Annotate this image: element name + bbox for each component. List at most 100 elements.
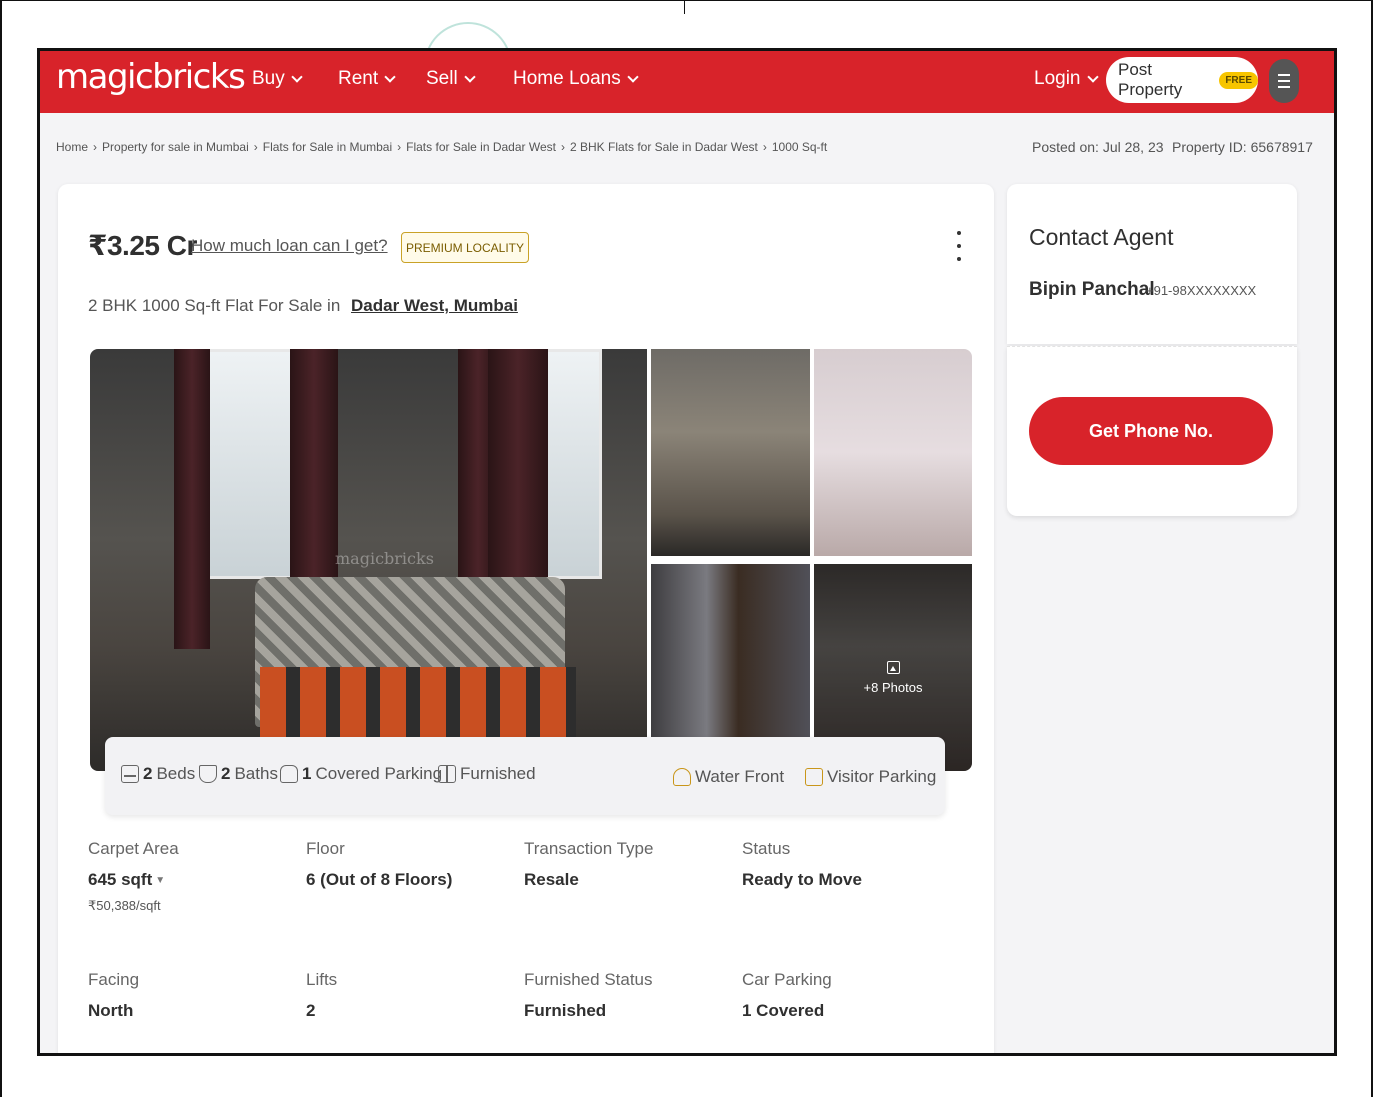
amenities-strip: 2 Beds 2 Baths 1 Covered Parking Furnished …	[105, 737, 945, 815]
breadcrumb-separator: ›	[762, 140, 767, 154]
spec-label: Status	[742, 839, 791, 858]
listing-description: 2 BHK 1000 Sq-ft Flat For Sale in	[88, 296, 341, 315]
photo-balcony-view[interactable]	[651, 349, 810, 556]
parking-sign-icon	[805, 768, 823, 786]
beds-label: Beds	[156, 764, 196, 783]
chevron-down-icon	[1086, 70, 1099, 83]
spec-label: Transaction Type	[524, 839, 654, 858]
caret-down-icon: ▼	[155, 875, 166, 887]
spec-label: Facing	[88, 970, 140, 989]
parking-label: Covered Parking	[315, 764, 443, 783]
breadcrumb-property-sale-mumbai[interactable]: Property for sale in Mumbai	[102, 140, 249, 154]
breadcrumb-flats-mumbai[interactable]: Flats for Sale in Mumbai	[263, 140, 392, 154]
amenity-water-front: Water Front	[673, 767, 784, 787]
nav-rent[interactable]: Rent	[338, 68, 396, 90]
spec-car-parking: Car Parking 1 Covered	[742, 970, 832, 1021]
photo-gallery: magicbricks +8 Photos	[90, 349, 972, 771]
parking-count: 1	[302, 764, 312, 783]
contact-agent-title: Contact Agent	[1029, 224, 1174, 250]
breadcrumb-2bhk-dadar-west[interactable]: 2 BHK Flats for Sale in Dadar West	[570, 140, 758, 154]
spec-label: Car Parking	[742, 970, 832, 989]
site-header: magicbricks Buy Rent Sell Home Loans Log…	[40, 51, 1334, 113]
spec-furnished-status: Furnished Status Furnished	[524, 970, 653, 1021]
spec-value: 6 (Out of 8 Floors)	[306, 870, 453, 889]
breadcrumb-current: 1000 Sq-ft	[771, 140, 828, 154]
photo-room-bed[interactable]	[814, 349, 972, 556]
spec-floor: Floor 6 (Out of 8 Floors)	[306, 839, 452, 890]
get-phone-button[interactable]: Get Phone No.	[1029, 397, 1273, 465]
bathtub-icon	[199, 765, 217, 783]
agent-name: Bipin Panchal	[1029, 279, 1155, 300]
car-icon	[280, 765, 298, 783]
breadcrumb-separator: ›	[397, 140, 402, 154]
amenity-beds: 2 Beds	[121, 764, 195, 784]
beds-count: 2	[143, 764, 153, 783]
browser-viewport: magicbricks Buy Rent Sell Home Loans Log…	[37, 48, 1337, 1056]
spec-value[interactable]: 645 sqft ▼	[88, 870, 179, 890]
price-per-sqft: ₹50,388/sqft	[88, 898, 161, 913]
carpet-area-value: 645 sqft	[88, 870, 153, 889]
contact-agent-card: Contact Agent Bipin Panchal +91-98XXXXXX…	[1007, 184, 1297, 344]
chevron-down-icon	[627, 70, 639, 83]
breadcrumb-flats-dadar-west[interactable]: Flats for Sale in Dadar West	[406, 140, 556, 154]
nav-buy[interactable]: Buy	[252, 68, 303, 90]
spec-label: Carpet Area	[88, 839, 179, 858]
bed-icon	[121, 765, 139, 783]
more-options-icon[interactable]	[951, 231, 967, 261]
nav-sell[interactable]: Sell	[426, 68, 476, 90]
breadcrumb: Home › Property for sale in Mumbai › Fla…	[56, 140, 827, 154]
curtain-shape	[290, 349, 338, 609]
palm-tree-icon	[673, 768, 691, 786]
premium-locality-badge: PREMIUM LOCALITY	[401, 232, 530, 263]
spec-lifts: Lifts 2	[306, 970, 337, 1021]
hamburger-menu-icon[interactable]	[1269, 59, 1299, 103]
amenity-parking: 1 Covered Parking	[280, 764, 442, 784]
login-label: Login	[1034, 68, 1081, 89]
spec-label: Furnished Status	[524, 970, 653, 989]
chevron-down-icon	[464, 70, 476, 83]
posted-date: Posted on: Jul 28, 23	[1032, 139, 1164, 155]
agent-phone-masked: +91-98XXXXXXXX	[1146, 283, 1257, 298]
spec-value: Ready to Move	[742, 870, 862, 889]
locality-link[interactable]: Dadar West, Mumbai	[351, 296, 518, 315]
amenity-furnished: Furnished	[438, 764, 536, 784]
free-badge: FREE	[1219, 71, 1258, 89]
magicbricks-logo[interactable]: magicbricks	[56, 57, 246, 97]
spec-value: Furnished	[524, 1001, 607, 1020]
login-button[interactable]: Login	[1034, 68, 1099, 90]
breadcrumb-separator: ›	[253, 140, 258, 154]
nav-sell-label: Sell	[426, 68, 458, 89]
window-shape	[542, 349, 602, 579]
main-photo-bedroom[interactable]: magicbricks	[90, 349, 647, 771]
breadcrumb-separator: ›	[560, 140, 565, 154]
spec-transaction-type: Transaction Type Resale	[524, 839, 653, 890]
loan-eligibility-link[interactable]: How much loan can I get?	[191, 236, 388, 256]
nav-home-loans[interactable]: Home Loans	[513, 68, 639, 90]
chevron-down-icon	[384, 70, 396, 83]
nav-buy-label: Buy	[252, 68, 285, 89]
amenity-baths: 2 Baths	[199, 764, 278, 784]
nav-home-loans-label: Home Loans	[513, 68, 621, 89]
breadcrumb-home[interactable]: Home	[56, 140, 88, 154]
frame-divider	[684, 0, 685, 14]
image-icon	[886, 660, 900, 674]
nav-rent-label: Rent	[338, 68, 379, 89]
breadcrumb-separator: ›	[93, 140, 98, 154]
post-property-button[interactable]: Post Property FREE	[1106, 57, 1258, 103]
curtain-shape	[174, 349, 210, 649]
amenity-visitor-parking: Visitor Parking	[805, 767, 936, 787]
spec-value: 2	[306, 1001, 316, 1020]
wardrobe-icon	[438, 765, 456, 783]
listing-subtitle: 2 BHK 1000 Sq-ft Flat For Sale in Dadar …	[88, 296, 518, 316]
spec-label: Floor	[306, 839, 345, 858]
spec-value: 1 Covered	[742, 1001, 825, 1020]
chevron-down-icon	[291, 70, 303, 83]
water-front-label: Water Front	[695, 767, 785, 786]
more-photos-count: +8 Photos	[863, 679, 923, 695]
bed-cover-shape	[260, 667, 576, 737]
post-property-label: Post Property	[1118, 60, 1183, 99]
get-phone-card: Get Phone No.	[1007, 346, 1297, 516]
spec-label: Lifts	[306, 970, 338, 989]
spec-carpet-area: Carpet Area 645 sqft ▼ ₹50,388/sqft	[88, 839, 179, 914]
listing-card: ₹3.25 Cr How much loan can I get? PREMIU…	[58, 184, 994, 1053]
